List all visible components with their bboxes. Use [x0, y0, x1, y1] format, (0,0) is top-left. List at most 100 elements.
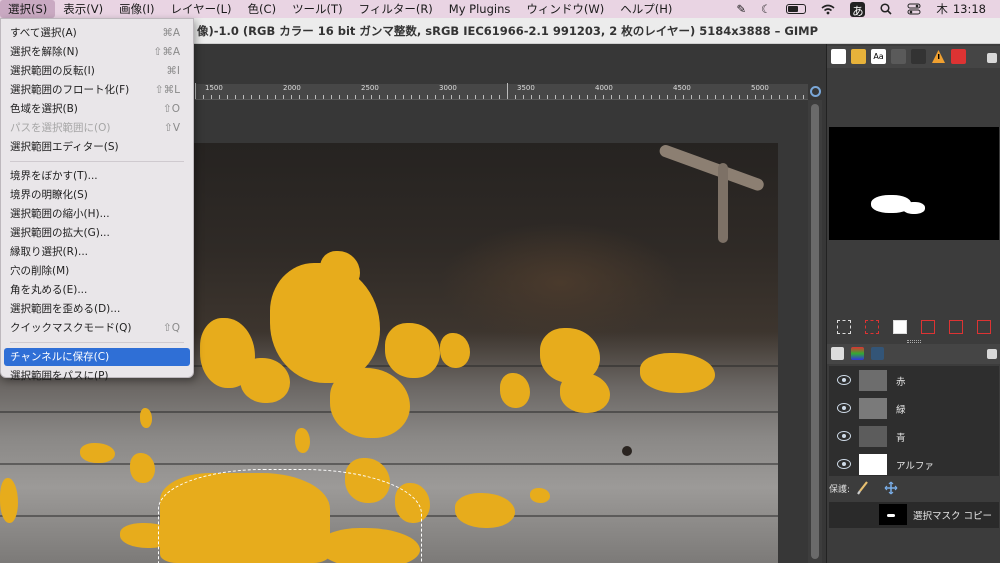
- select-menu-item[interactable]: 境界の明瞭化(S): [4, 186, 190, 204]
- menu-view[interactable]: 表示(V): [55, 0, 111, 18]
- channel-row[interactable]: 赤: [829, 368, 999, 395]
- channel-thumbnail: [859, 398, 887, 419]
- menu-colors[interactable]: 色(C): [240, 0, 285, 18]
- menu-select[interactable]: 選択(S): [0, 0, 56, 18]
- dock-menu-button-bottom[interactable]: [987, 349, 997, 359]
- brush-lock-icon[interactable]: [857, 481, 869, 495]
- select-menu-item[interactable]: 選択を解除(N) ⇧⌘A: [4, 43, 190, 61]
- select-menu-item[interactable]: 選択範囲の反転(I) ⌘I: [4, 62, 190, 80]
- menu-tools[interactable]: ツール(T): [284, 0, 351, 18]
- scrollbar-thumb[interactable]: [811, 104, 819, 559]
- channel-row[interactable]: 緑: [829, 396, 999, 423]
- select-none-icon[interactable]: [865, 320, 879, 334]
- channel-row[interactable]: アルファ: [829, 452, 999, 479]
- channels-tab-icon[interactable]: [851, 347, 864, 360]
- pen-icon[interactable]: ✎: [736, 0, 746, 18]
- menu-item-shortcut: ⇧O: [162, 103, 180, 115]
- brushes-tab-icon[interactable]: [851, 49, 866, 64]
- stroke-selection-icon[interactable]: [977, 320, 991, 334]
- colors-tab-icon[interactable]: [951, 49, 966, 64]
- navigate-icon[interactable]: [810, 86, 821, 97]
- fungus-cluster: [560, 373, 610, 413]
- select-menu-item[interactable]: 選択範囲の拡大(G)...: [4, 224, 190, 242]
- wifi-icon[interactable]: [821, 4, 835, 15]
- select-menu-item[interactable]: 選択範囲エディター(S): [4, 138, 190, 156]
- menu-image[interactable]: 画像(I): [111, 0, 162, 18]
- ruler-tick: [771, 95, 772, 99]
- menu-help[interactable]: ヘルプ(H): [612, 0, 680, 18]
- menu-filters[interactable]: フィルター(R): [351, 0, 441, 18]
- menu-windows[interactable]: ウィンドウ(W): [518, 0, 612, 18]
- selection-editor-preview: [829, 127, 999, 240]
- navigation-tab-icon[interactable]: [831, 49, 846, 64]
- menu-item-label: チャンネルに保存(C): [10, 351, 110, 363]
- select-menu-item[interactable]: 縁取り選択(R)...: [4, 243, 190, 261]
- ruler-tick: [675, 95, 676, 99]
- ruler-tick: [227, 95, 228, 99]
- select-menu-item[interactable]: 角を丸める(E)...: [4, 281, 190, 299]
- fungus-cluster: [0, 478, 18, 523]
- vertical-scrollbar[interactable]: [808, 100, 822, 563]
- menu-item-label: 選択範囲を歪める(D)...: [10, 303, 121, 315]
- horizontal-ruler[interactable]: 1500 2000 2500 3000 3500 4000 4500 5000: [195, 83, 808, 100]
- select-menu-item[interactable]: 選択範囲をパスに(P): [4, 367, 190, 385]
- select-menu-item[interactable]: すべて選択(A) ⌘A: [4, 24, 190, 42]
- select-menu-item[interactable]: 色域を選択(B) ⇧O: [4, 100, 190, 118]
- selection-to-path-icon[interactable]: [949, 320, 963, 334]
- battery-icon[interactable]: [786, 4, 807, 14]
- select-menu-item[interactable]: 境界をぼかす(T)...: [4, 167, 190, 185]
- channel-name[interactable]: 赤: [896, 374, 906, 388]
- select-menu-item[interactable]: クイックマスクモード(Q) ⇧Q: [4, 319, 190, 337]
- menu-layer[interactable]: レイヤー(L): [163, 0, 240, 18]
- ruler-tick: [427, 95, 428, 99]
- clock-time[interactable]: 13:18: [953, 0, 986, 18]
- document-history-tab-icon[interactable]: [911, 49, 926, 64]
- control-center-icon[interactable]: [907, 3, 921, 15]
- menu-my-plugins[interactable]: My Plugins: [441, 0, 519, 18]
- save-to-channel-icon[interactable]: [921, 320, 935, 334]
- select-menu-item[interactable]: 穴の削除(M): [4, 262, 190, 280]
- channel-name[interactable]: 青: [896, 430, 906, 444]
- menu-item-label: 境界をぼかす(T)...: [10, 170, 98, 182]
- saved-channel-name[interactable]: 選択マスク コピー: [913, 508, 992, 522]
- ruler-tick: [523, 95, 524, 99]
- saved-channel-row[interactable]: 選択マスク コピー: [829, 502, 999, 528]
- visibility-eye-icon[interactable]: [837, 403, 851, 413]
- moon-icon[interactable]: ☾: [761, 0, 771, 18]
- images-tab-icon[interactable]: [891, 49, 906, 64]
- ruler-tick: [795, 95, 796, 99]
- select-menu-item[interactable]: 選択範囲のフロート化(F) ⇧⌘L: [4, 81, 190, 99]
- ruler-tick: [379, 95, 380, 99]
- ruler-tick: [283, 95, 284, 99]
- menu-item-shortcut: ⌘I: [166, 65, 180, 77]
- visibility-eye-icon[interactable]: [837, 431, 851, 441]
- warning-icon[interactable]: [931, 49, 946, 64]
- ruler-tick: [251, 95, 252, 99]
- fonts-tab-icon[interactable]: Aa: [871, 49, 886, 64]
- channel-name[interactable]: アルファ: [896, 458, 934, 472]
- select-menu-item[interactable]: チャンネルに保存(C): [4, 348, 190, 366]
- channel-row[interactable]: 青: [829, 424, 999, 451]
- ruler-label: 4500: [673, 84, 691, 92]
- menu-item-shortcut: ⇧⌘A: [153, 46, 180, 58]
- channel-thumbnail: [859, 426, 887, 447]
- ruler-tick: [219, 95, 220, 99]
- position-lock-icon[interactable]: [884, 481, 898, 495]
- select-menu-item[interactable]: 選択範囲を歪める(D)...: [4, 300, 190, 318]
- dock-menu-button[interactable]: [987, 53, 997, 63]
- invert-selection-icon[interactable]: [893, 320, 907, 334]
- paths-tab-icon[interactable]: [871, 347, 884, 360]
- visibility-eye-icon[interactable]: [837, 375, 851, 385]
- spotlight-search-icon[interactable]: [880, 3, 892, 15]
- ruler-tick: [307, 95, 308, 99]
- menu-item-label: 穴の削除(M): [10, 265, 70, 277]
- visibility-eye-icon[interactable]: [837, 459, 851, 469]
- dock-separator-grip[interactable]: [907, 340, 921, 343]
- select-all-icon[interactable]: [837, 320, 851, 334]
- menu-item-label: 色域を選択(B): [10, 103, 78, 115]
- select-menu-item[interactable]: 選択範囲の縮小(H)...: [4, 205, 190, 223]
- selection-outline[interactable]: [158, 469, 422, 563]
- channel-name[interactable]: 緑: [896, 402, 906, 416]
- ime-indicator[interactable]: あ: [850, 1, 866, 18]
- layers-tab-icon[interactable]: [831, 347, 844, 360]
